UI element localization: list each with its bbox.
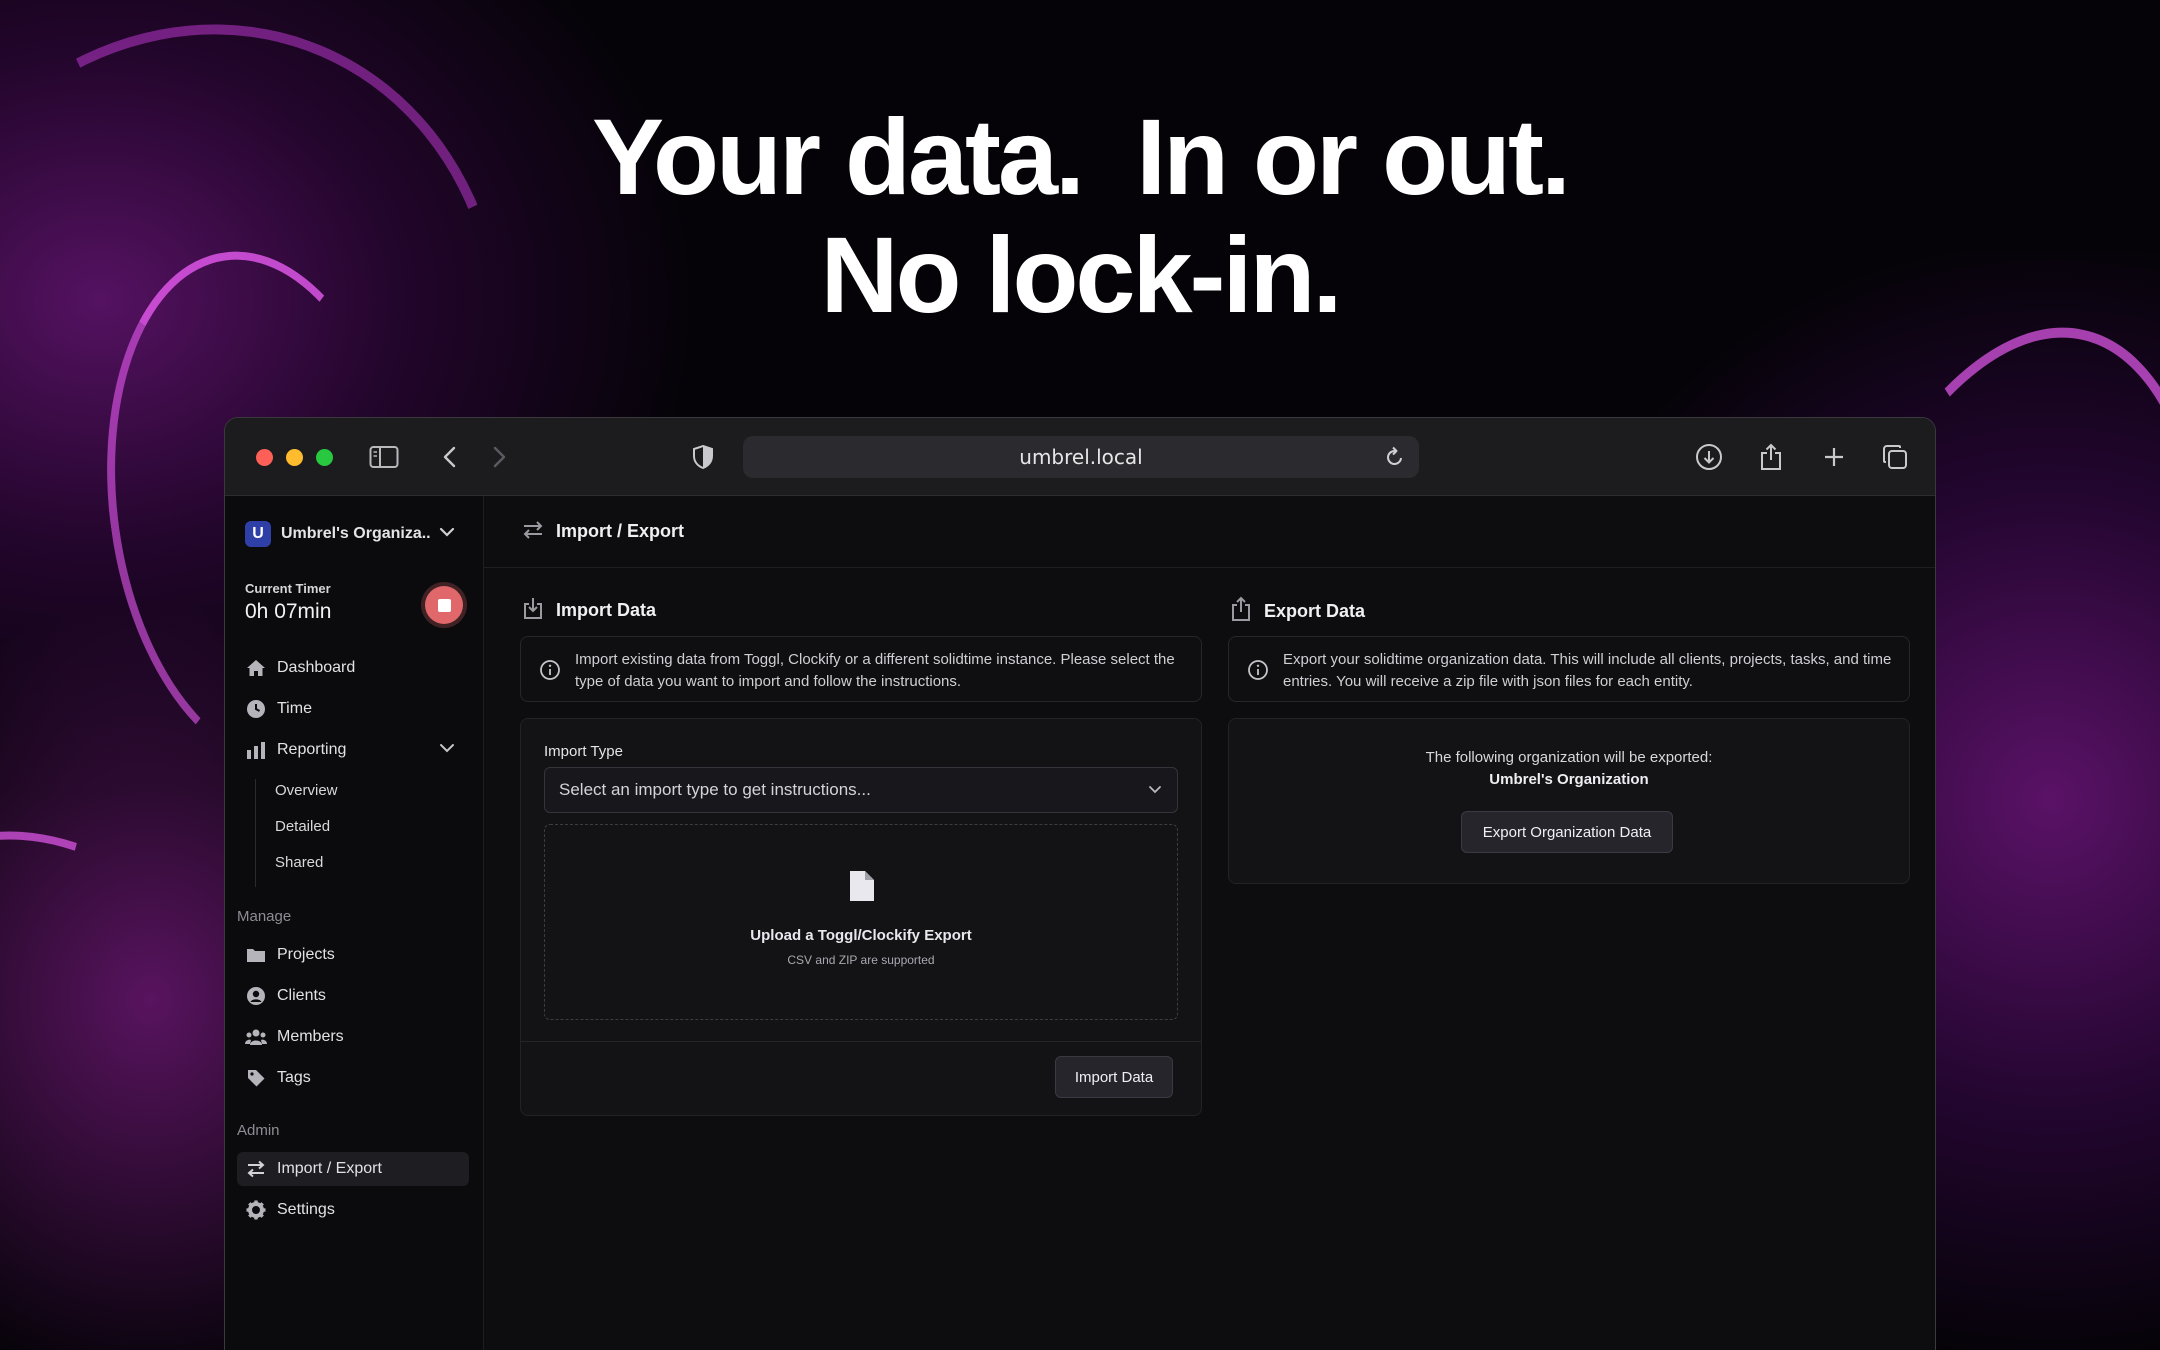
export-section-title: Export Data — [1230, 596, 1365, 627]
import-title: Import Data — [556, 600, 656, 621]
import-type-select[interactable]: Select an import type to get instruction… — [544, 767, 1178, 813]
headline-line-1: Your data. In or out. — [0, 98, 2160, 216]
info-icon — [1247, 659, 1269, 686]
users-icon — [245, 1026, 267, 1048]
sidebar-item-label: Time — [277, 700, 312, 718]
sidebar-item-dashboard[interactable]: Dashboard — [237, 651, 469, 685]
sidebar-item-label: Members — [277, 1028, 344, 1046]
submenu-line — [255, 779, 256, 887]
sidebar-item-detailed[interactable]: Detailed — [275, 818, 330, 835]
current-timer-value: 0h 07min — [245, 600, 331, 624]
chevron-down-icon — [1147, 781, 1163, 802]
section-label-manage: Manage — [237, 908, 291, 925]
sidebar-item-time[interactable]: Time — [237, 692, 469, 726]
minimize-window-button[interactable] — [286, 449, 303, 466]
import-info-box: Import existing data from Toggl, Clockif… — [520, 636, 1202, 702]
export-info-box: Export your solidtime organization data.… — [1228, 636, 1910, 702]
export-description: The following organization will be expor… — [1229, 749, 1909, 766]
sidebar-toggle-icon[interactable] — [367, 440, 401, 474]
export-info-text: Export your solidtime organization data.… — [1283, 649, 1895, 693]
main-content: Import / Export Import Data Import exist… — [484, 496, 1935, 1350]
sidebar-item-label: Settings — [277, 1201, 335, 1219]
section-label-admin: Admin — [237, 1122, 280, 1139]
sidebar-item-label: Reporting — [277, 741, 346, 759]
sidebar-item-label: Tags — [277, 1069, 311, 1087]
forward-icon[interactable] — [482, 440, 516, 474]
sidebar-item-label: Dashboard — [277, 659, 355, 677]
upload-subtitle: CSV and ZIP are supported — [545, 953, 1177, 967]
info-icon — [539, 659, 561, 686]
download-icon[interactable] — [1692, 440, 1726, 474]
export-organization-data-button[interactable]: Export Organization Data — [1461, 811, 1673, 853]
sidebar-item-clients[interactable]: Clients — [237, 979, 469, 1013]
back-icon[interactable] — [433, 440, 467, 474]
upload-share-icon — [1230, 596, 1252, 627]
page-title: Import / Export — [556, 521, 684, 542]
import-data-button[interactable]: Import Data — [1055, 1056, 1173, 1098]
org-name: Umbrel's Organiza... — [281, 525, 431, 543]
import-card: Import Type Select an import type to get… — [520, 718, 1202, 1116]
sidebar-item-reporting[interactable]: Reporting — [237, 733, 469, 767]
import-section-title: Import Data — [522, 596, 656, 625]
sidebar-item-label: Projects — [277, 946, 335, 964]
home-icon — [245, 657, 267, 679]
card-divider — [521, 1041, 1201, 1042]
folder-icon — [245, 944, 267, 966]
browser-toolbar: umbrel.local — [225, 418, 1935, 496]
stop-timer-button[interactable] — [425, 586, 463, 624]
shield-icon[interactable] — [686, 440, 720, 474]
org-badge: U — [245, 521, 271, 547]
bar-chart-icon — [245, 739, 267, 761]
headline: Your data. In or out. No lock-in. — [0, 98, 2160, 334]
sidebar-item-shared[interactable]: Shared — [275, 854, 323, 871]
sidebar-item-projects[interactable]: Projects — [237, 938, 469, 972]
chevron-down-icon — [439, 741, 455, 759]
file-icon — [848, 869, 876, 908]
export-org-name: Umbrel's Organization — [1229, 771, 1909, 788]
export-card: The following organization will be expor… — [1228, 718, 1910, 884]
import-type-placeholder: Select an import type to get instruction… — [559, 780, 871, 800]
sidebar-item-settings[interactable]: Settings — [237, 1193, 469, 1227]
share-icon[interactable] — [1754, 440, 1788, 474]
headline-line-2: No lock-in. — [0, 216, 2160, 334]
swap-arrows-icon — [245, 1158, 267, 1180]
sidebar-item-overview[interactable]: Overview — [275, 782, 338, 799]
sidebar-item-import-export[interactable]: Import / Export — [237, 1152, 469, 1186]
new-tab-icon[interactable] — [1817, 440, 1851, 474]
gear-icon — [245, 1199, 267, 1221]
import-info-text: Import existing data from Toggl, Clockif… — [575, 649, 1187, 693]
user-circle-icon — [245, 985, 267, 1007]
tag-icon — [245, 1067, 267, 1089]
sidebar: U Umbrel's Organiza... Current Timer 0h … — [225, 496, 484, 1350]
sidebar-item-tags[interactable]: Tags — [237, 1061, 469, 1095]
page-header: Import / Export — [484, 496, 1935, 568]
upload-title: Upload a Toggl/Clockify Export — [545, 927, 1177, 944]
app-shell: U Umbrel's Organiza... Current Timer 0h … — [225, 496, 1935, 1350]
sidebar-item-label: Import / Export — [277, 1160, 382, 1178]
swap-arrows-icon — [522, 520, 544, 544]
reload-icon[interactable] — [1385, 446, 1405, 473]
sidebar-item-label: Clients — [277, 987, 326, 1005]
address-bar[interactable]: umbrel.local — [743, 436, 1419, 478]
stop-icon — [438, 599, 451, 612]
url-text: umbrel.local — [1019, 445, 1142, 469]
file-dropzone[interactable]: Upload a Toggl/Clockify Export CSV and Z… — [544, 824, 1178, 1020]
export-title: Export Data — [1264, 601, 1365, 622]
browser-window: umbrel.local U Umbrel's Organiza... — [224, 417, 1936, 1350]
chevron-down-icon — [439, 525, 455, 543]
current-timer-label: Current Timer — [245, 581, 331, 596]
sidebar-item-members[interactable]: Members — [237, 1020, 469, 1054]
zoom-window-button[interactable] — [316, 449, 333, 466]
organization-switcher[interactable]: U Umbrel's Organiza... — [245, 519, 465, 549]
import-type-label: Import Type — [544, 743, 623, 760]
tabs-overview-icon[interactable] — [1878, 440, 1912, 474]
close-window-button[interactable] — [256, 449, 273, 466]
clock-icon — [245, 698, 267, 720]
download-tray-icon — [522, 596, 544, 625]
